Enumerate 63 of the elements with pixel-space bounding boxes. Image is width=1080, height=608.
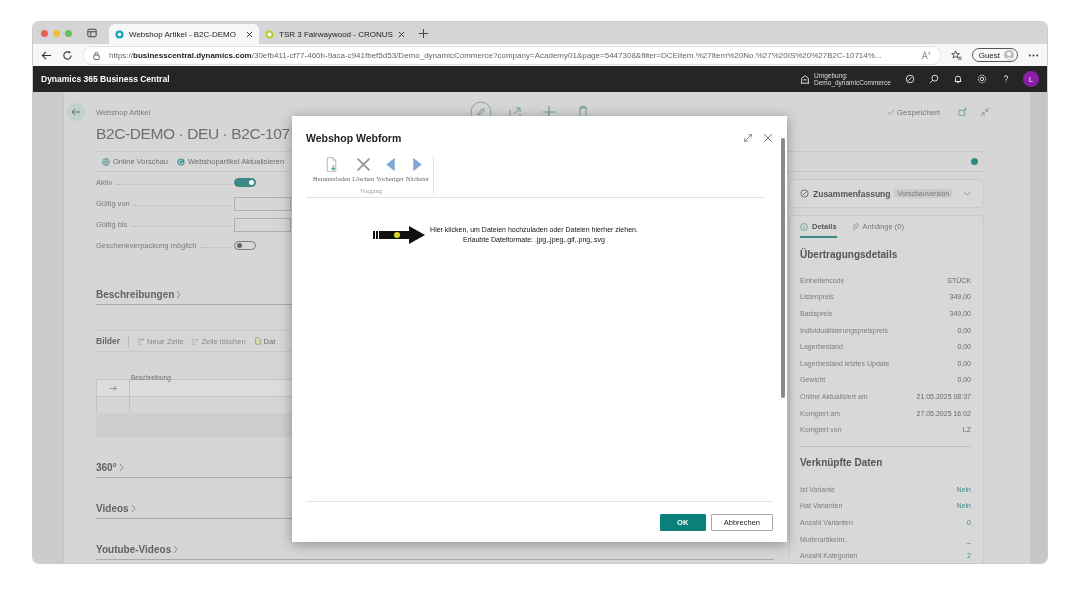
bell-icon[interactable] (953, 74, 963, 84)
dialog-title: Webshop Webform (306, 132, 402, 144)
browser-tab[interactable]: TSR 3 Fairwaywood - CRONUS (259, 24, 409, 44)
file-icon (253, 337, 262, 345)
summary-title: Zusammenfassung (813, 188, 891, 199)
copilot-icon[interactable] (905, 74, 915, 84)
maximize-window-dot[interactable] (65, 29, 72, 37)
help-icon[interactable] (1001, 74, 1011, 84)
search-icon[interactable] (929, 74, 939, 84)
chevron-right-icon[interactable] (130, 503, 136, 513)
scrollbar[interactable] (1030, 92, 1047, 563)
close-window-dot[interactable] (41, 29, 48, 37)
minimize-window-dot[interactable] (53, 29, 60, 37)
saved-status: Gespeichert (896, 107, 940, 117)
close-icon[interactable] (246, 30, 253, 38)
checkmark-icon (886, 109, 895, 115)
group-heading: Übertragungsdetails (800, 247, 899, 262)
refresh-icon (177, 157, 186, 166)
browser-tab[interactable]: Webshop Artikel - B2C-DEMO (109, 24, 259, 44)
delete-line-icon (191, 337, 200, 345)
chevron-right-icon[interactable] (118, 462, 124, 472)
arrow-drawing (373, 226, 426, 244)
favorites-icon[interactable] (950, 49, 962, 61)
sidebar-icon[interactable] (87, 28, 97, 38)
avatar-icon (1004, 50, 1014, 60)
toggle-switch[interactable] (234, 178, 256, 187)
close-icon[interactable] (397, 30, 405, 38)
reload-icon[interactable] (62, 49, 73, 61)
expand-icon[interactable] (743, 133, 753, 143)
lock-icon (92, 50, 101, 60)
new-tab-icon[interactable] (419, 28, 428, 38)
group-heading: Verknüpfte Daten (800, 456, 884, 471)
chevron-down-icon[interactable] (963, 191, 971, 196)
section-heading[interactable]: Videos (96, 502, 129, 514)
chevron-right-icon[interactable] (173, 544, 179, 554)
globe-icon (102, 157, 110, 166)
popout-icon[interactable] (958, 107, 968, 117)
copilot-icon (800, 189, 809, 198)
info-dot-icon[interactable] (971, 158, 978, 165)
address-field[interactable]: https://businesscentral.dynamics.com/30efb411-cf77-460b-9aca-c941fbef5d53/Demo_dynamicCommerce?company=Academy01&page=5447308&filter=DCEItem.%27Item%20No.%27%20IS%20%27B2C-10714%... (83, 45, 941, 65)
new-line-icon (137, 337, 146, 345)
favicon-icon (265, 29, 274, 39)
building-icon (800, 74, 811, 84)
section-heading[interactable]: Youtube-Videos (96, 543, 172, 555)
app-title: Dynamics 365 Business Central (41, 74, 170, 84)
info-icon (800, 222, 808, 231)
read-aloud-icon[interactable] (920, 50, 932, 60)
page-title: B2C-DEMO · DEU · B2C-107 (96, 125, 290, 142)
delete-icon (354, 156, 372, 173)
input-field[interactable] (234, 217, 291, 232)
current-row-arrow-icon (109, 384, 117, 392)
collapse-icon[interactable] (980, 107, 990, 117)
paperclip-icon (850, 222, 859, 231)
back-button[interactable] (67, 103, 85, 121)
favicon-icon (115, 29, 124, 39)
back-arrow-icon[interactable] (41, 49, 52, 61)
input-field[interactable] (234, 196, 291, 211)
section-heading[interactable]: 360° (96, 461, 117, 473)
section-heading[interactable]: Beschreibungen (96, 288, 175, 300)
close-icon[interactable] (763, 133, 773, 143)
settings-icon[interactable] (977, 74, 987, 84)
part-title: Bilder (96, 336, 121, 346)
chevron-right-icon[interactable] (176, 289, 182, 299)
